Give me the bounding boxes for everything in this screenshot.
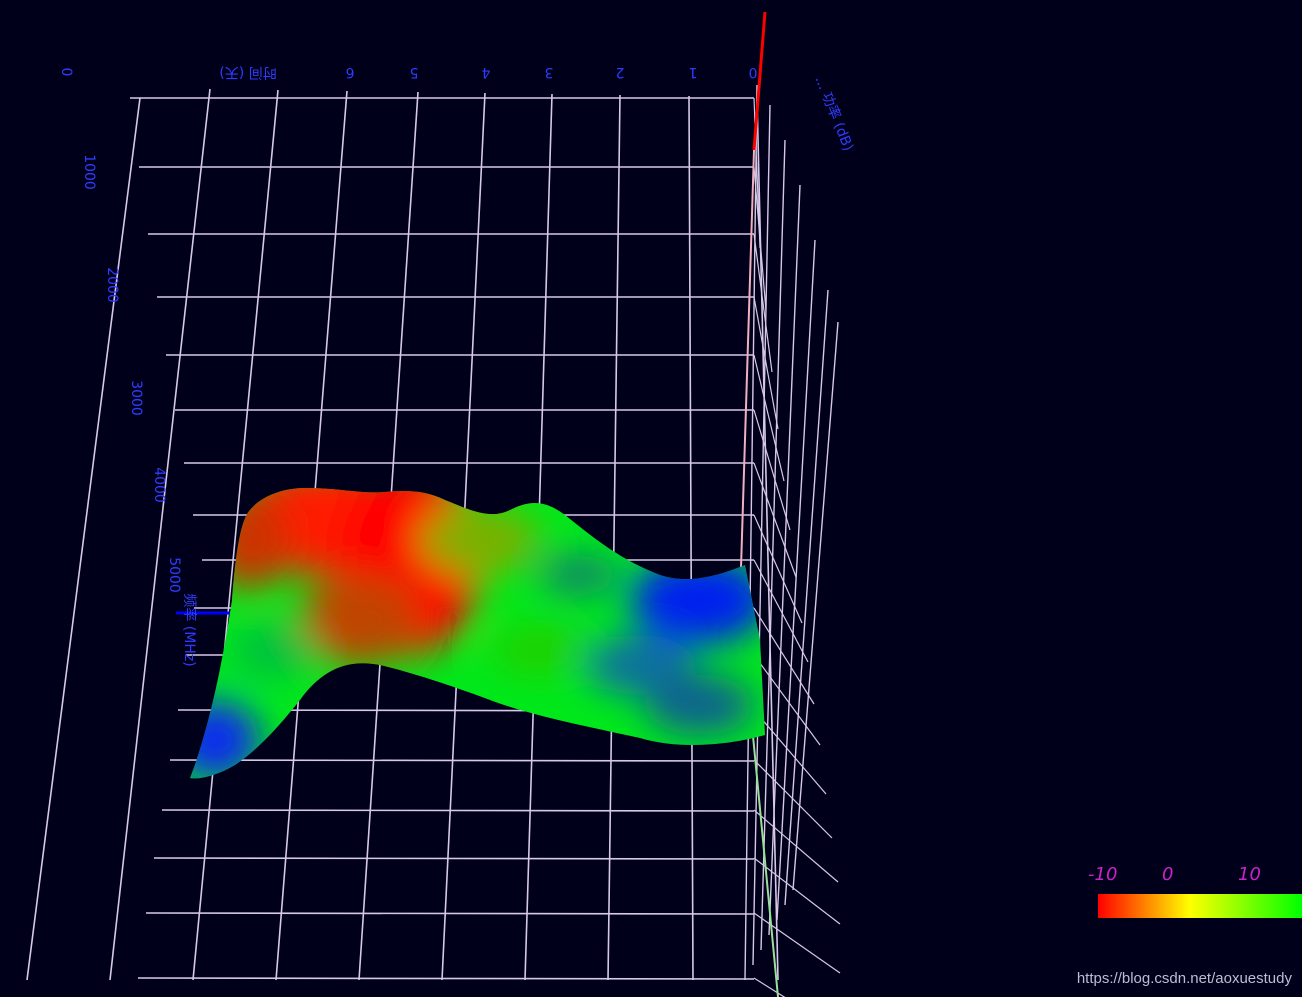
grid-line-vertical [109,88,211,981]
grid-line-horizontal [145,912,755,915]
y-tick-label: 4000 [151,467,167,503]
y-tick-label: 1000 [81,154,97,190]
x-tick-label: 3 [545,64,554,80]
z-axis-line [752,11,767,151]
z-axis-title: ... 功率 (dB) [811,73,857,153]
side-grid-line-horizontal [753,354,785,482]
side-grid-line-horizontal [753,709,827,795]
x-axis-title: 时间 (天) [219,64,276,80]
grid-line-horizontal [153,857,755,860]
colorbar-tick: -10 [1088,864,1117,885]
grid-line-horizontal [161,809,755,812]
y-axis-title: 频率 (MHz) [181,593,198,666]
x-tick-label: 6 [345,64,354,80]
y-tick-label: 0 [58,68,74,77]
x-tick-label: 5 [410,64,419,80]
grid-line-horizontal [169,759,755,762]
side-grid-line-vertical [792,321,839,891]
z-axis-line-lower [739,149,755,601]
y-tick-label: 3000 [128,380,144,416]
y-tick-label: 5000 [166,557,182,593]
grid-line-vertical [607,94,621,981]
watermark: https://blog.csdn.net/aoxuestudy [1076,970,1292,987]
x-tick-label: 2 [616,64,625,80]
side-grid-line-horizontal [753,977,786,997]
grid-line-horizontal [137,977,755,980]
grid-line-vertical [26,97,141,981]
colorbar-rect [1098,894,1302,918]
x-tick-label: 4 [481,64,490,80]
y-tick-label: 2000 [104,267,120,303]
axes-layer: 0 1 2 3 4 5 6 时间 (天) 0 1000 2000 3000 4000 5000频率 (MH… [58,11,857,997]
side-grid-line-horizontal [753,166,767,312]
surface-chart-scene: 0 1 2 3 4 5 6 时间 (天) 0 1000 2000 3000 4000 5000频率 (MH… [26,11,1302,997]
side-grid-line-horizontal [753,912,841,974]
colorbar-tick: 0 [1162,864,1173,885]
colorbar-tick: 10 [1238,864,1261,885]
x-tick-label: 1 [689,64,698,80]
grid-line-vertical [688,95,694,981]
x-tick-label: 0 [749,64,758,80]
colorbar: -10 0 10 [1088,864,1302,918]
surface-plot [190,488,765,779]
